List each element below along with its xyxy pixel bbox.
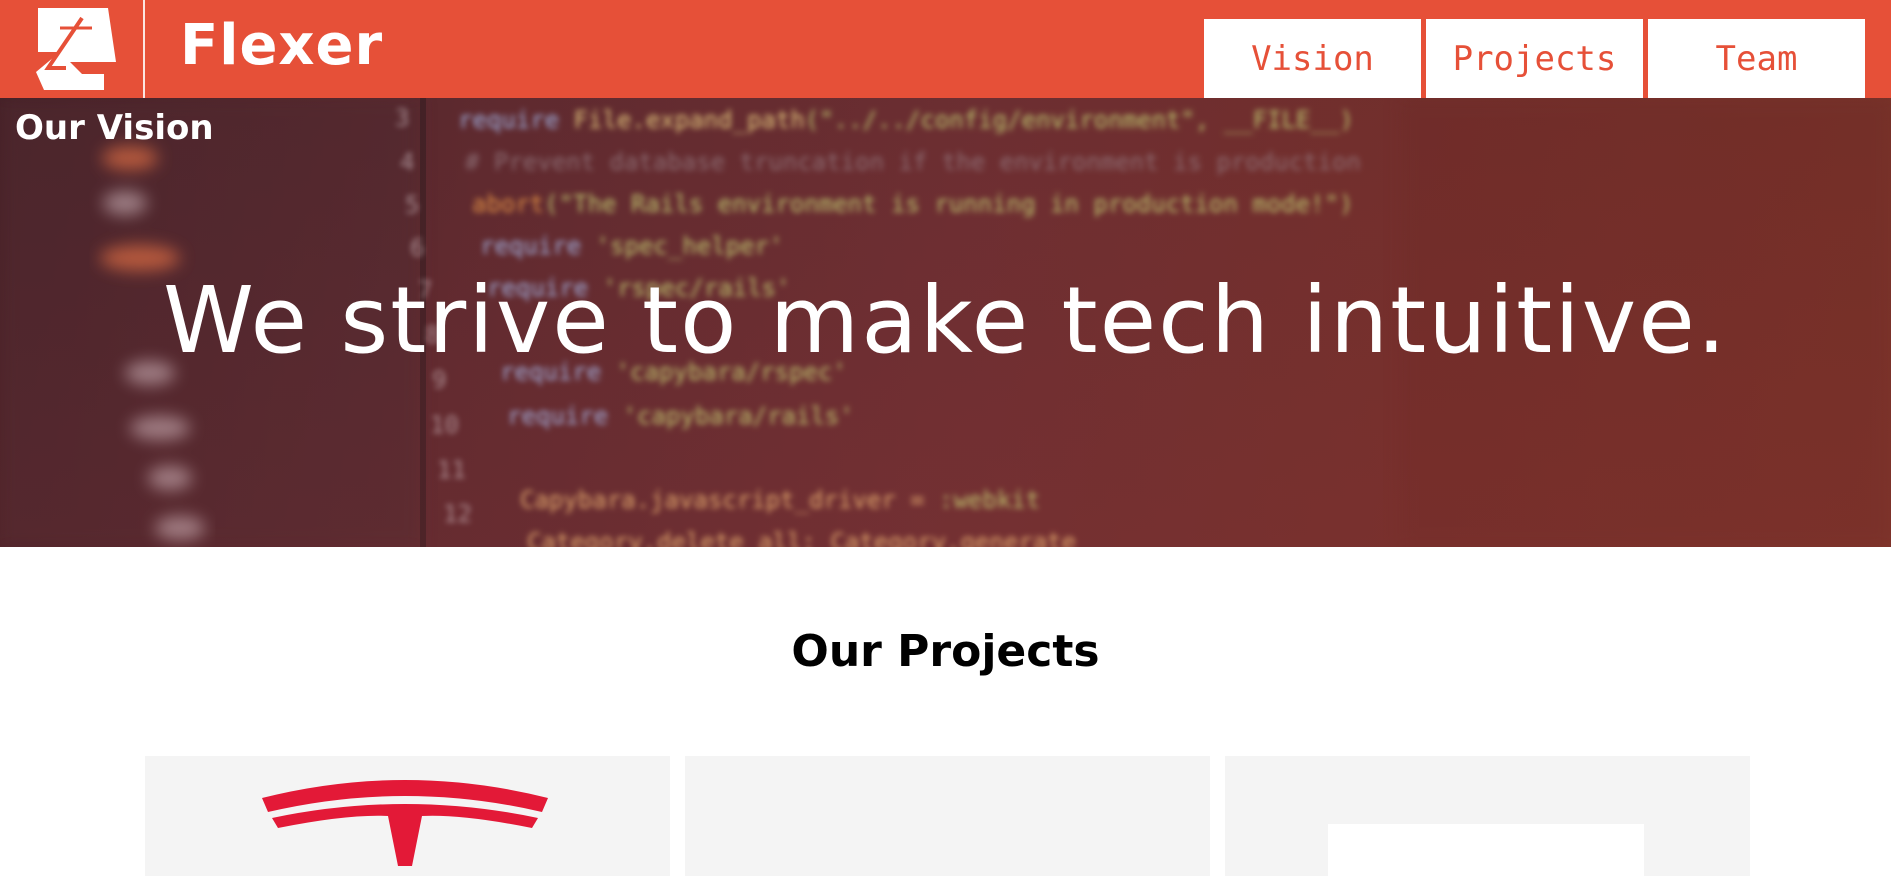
home-logo-link[interactable] xyxy=(0,0,144,98)
section-label-vision: Our Vision xyxy=(15,108,214,148)
projects-heading: Our Projects xyxy=(791,626,1100,677)
logo-divider xyxy=(143,0,145,98)
flexer-logo-icon xyxy=(36,8,116,90)
main-nav: Vision Projects Team xyxy=(1204,19,1865,98)
nav-projects[interactable]: Projects xyxy=(1426,19,1643,98)
site-header: Flexer Vision Projects Team xyxy=(0,0,1891,98)
brand-name: Flexer xyxy=(180,13,384,78)
project-card-3[interactable] xyxy=(1225,756,1750,876)
hero-headline: We strive to make tech intuitive. xyxy=(162,267,1729,374)
project-cards xyxy=(145,756,1750,876)
tesla-logo-icon xyxy=(262,780,548,866)
nav-vision[interactable]: Vision xyxy=(1204,19,1421,98)
project-card-2[interactable] xyxy=(685,756,1210,876)
project-thumbnail xyxy=(1328,824,1644,876)
project-card-tesla[interactable] xyxy=(145,756,670,876)
vision-hero: 3 4 5 6 7 8 9 10 11 12 require File.expa… xyxy=(0,98,1891,547)
nav-team[interactable]: Team xyxy=(1648,19,1865,98)
